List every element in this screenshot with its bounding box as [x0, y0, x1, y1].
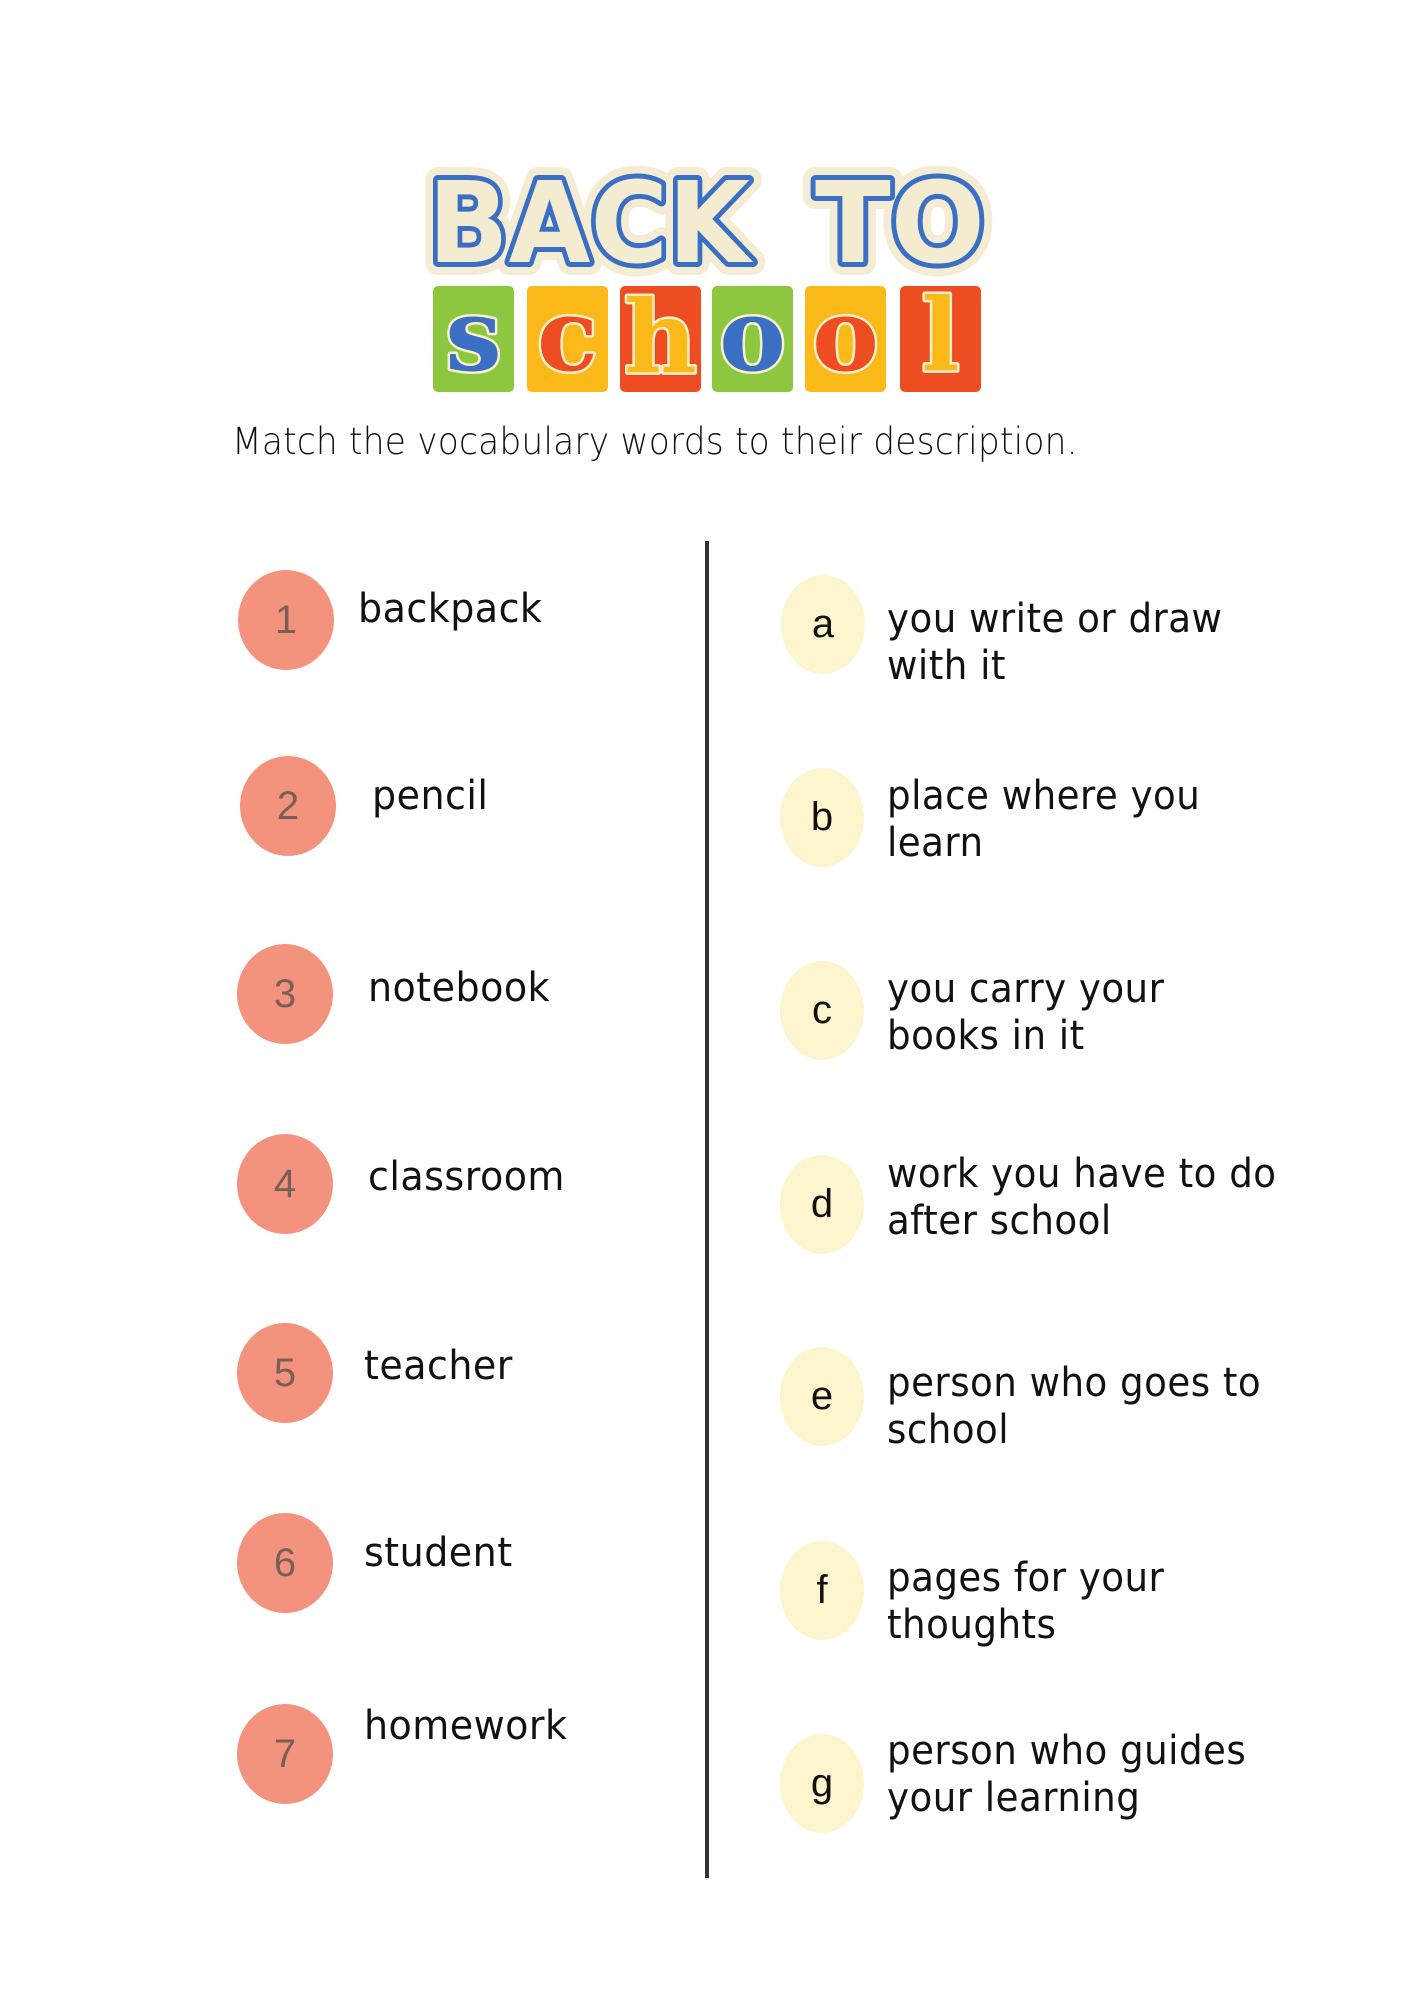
number-badge: 3 [237, 944, 333, 1044]
logo-word-back: BACK [428, 159, 754, 289]
logo-letter-c: c [537, 276, 598, 394]
letter-label: d [810, 1182, 834, 1226]
number-label: 1 [274, 597, 298, 642]
letter-label: e [810, 1374, 834, 1418]
logo-tile-letter: c [535, 274, 601, 397]
description-line: place where you [887, 773, 1201, 819]
number-label: 6 [273, 1540, 297, 1585]
description-text: person who guides your learning [887, 1728, 1246, 1822]
number-badge: 6 [237, 1513, 333, 1613]
letter-label: a [811, 602, 835, 646]
logo-tile-l: l [900, 274, 981, 397]
letter-label: c [812, 988, 832, 1032]
description-line: after school [887, 1198, 1112, 1244]
number-label: 7 [273, 1731, 297, 1776]
logo-tile-o2: o [805, 274, 886, 397]
number-badge: 5 [237, 1323, 333, 1423]
logo-tile-letter: s [443, 274, 504, 397]
description-text: pages for your thoughts [887, 1555, 1164, 1649]
description-line: you carry your [887, 966, 1165, 1012]
vocab-word: homework [364, 1703, 568, 1749]
description-line: your learning [887, 1775, 1141, 1821]
vocab-word: student [364, 1530, 513, 1576]
description-line: person who goes to [887, 1360, 1262, 1406]
vocab-word: pencil [372, 773, 489, 819]
number-label: 4 [273, 1161, 297, 1206]
description-text: place where you learn [887, 773, 1200, 867]
number-label: 2 [276, 783, 300, 828]
letter-badge: e [780, 1347, 864, 1446]
letter-badge: c [780, 961, 864, 1060]
description-line: you write or draw [887, 596, 1223, 642]
letter-label: b [810, 795, 834, 839]
description-line: with it [887, 643, 1006, 689]
logo-tile-o1: o [712, 274, 793, 397]
vocab-word: notebook [368, 965, 551, 1011]
logo-letter-l: l [922, 276, 960, 394]
letter-badge: g [780, 1734, 864, 1833]
column-divider [705, 541, 709, 1878]
logo-headline: BACK TO BACK TO [415, 146, 998, 302]
description-text: you carry your books in it [887, 966, 1164, 1060]
logo-tile-letter: o [810, 274, 882, 397]
logo-letter-o: o [719, 276, 786, 394]
number-badge: 2 [240, 756, 336, 856]
letter-badge: f [780, 1541, 864, 1640]
number-badge: 4 [237, 1134, 333, 1234]
logo-tile-c: c [527, 274, 608, 397]
logo-tile-letter: o [717, 274, 789, 397]
description-text: work you have to do after school [887, 1151, 1277, 1245]
number-label: 5 [273, 1350, 297, 1395]
instruction-text: Match the vocabulary words to their desc… [232, 420, 1078, 463]
number-badge: 1 [238, 570, 334, 670]
vocab-word: classroom [368, 1154, 565, 1200]
vocab-word: teacher [364, 1343, 513, 1389]
logo-letter-h: h [624, 278, 697, 396]
description-line: school [887, 1407, 1010, 1453]
description-line: person who guides [887, 1728, 1247, 1774]
description-line: pages for your [887, 1555, 1165, 1601]
logo-letter-s: s [445, 276, 501, 394]
logo-tile-letter: l [919, 274, 962, 397]
logo-word-to: TO [815, 159, 985, 289]
letter-label: g [810, 1761, 834, 1805]
description-text: person who goes to school [887, 1360, 1261, 1454]
vocab-word: backpack [358, 586, 543, 632]
back-to-school-logo: BACK TO BACK TO s c h o o l [415, 146, 1000, 405]
number-badge: 7 [237, 1704, 333, 1804]
letter-badge: b [780, 768, 864, 867]
letter-badge: a [781, 575, 865, 674]
logo-letter-o: o [812, 276, 879, 394]
letter-label: f [816, 1568, 828, 1612]
letter-badge: d [780, 1155, 864, 1254]
description-line: books in it [887, 1013, 1085, 1059]
logo-tile-h: h [620, 276, 701, 399]
logo-tile-s: s [433, 274, 514, 397]
number-label: 3 [273, 971, 297, 1016]
description-line: thoughts [887, 1602, 1057, 1648]
logo-tile-letter: h [622, 276, 700, 399]
description-text: you write or draw with it [887, 596, 1222, 690]
description-line: work you have to do [887, 1151, 1277, 1197]
description-line: learn [887, 820, 984, 866]
